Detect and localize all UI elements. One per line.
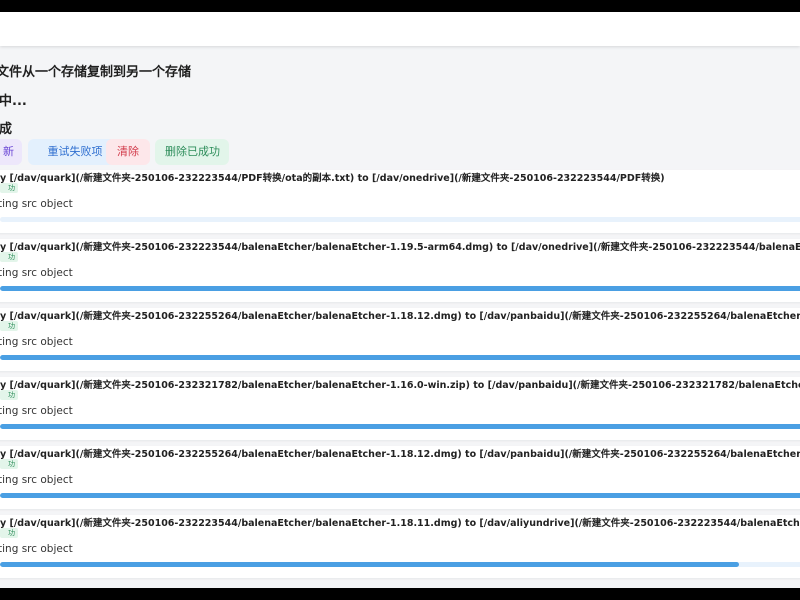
task-status-text: ting src object [0, 198, 73, 210]
task-progress-fill [0, 355, 800, 360]
task-status-text: ting src object [0, 543, 73, 555]
task-status-text: ting src object [0, 405, 73, 417]
task-progress-bar [0, 493, 800, 498]
task-item-4: y [/dav/quark](/新建文件夹-250106-232321782/b… [0, 377, 800, 440]
section-done-title: 完成 [0, 122, 13, 137]
task-name: y [/dav/quark](/新建文件夹-250106-232223544/b… [0, 242, 800, 253]
task-item-5: y [/dav/quark](/新建文件夹-250106-232255264/b… [0, 446, 800, 509]
task-item-3: y [/dav/quark](/新建文件夹-250106-232255264/b… [0, 308, 800, 371]
task-status-badge: 功 [0, 321, 18, 331]
task-status-badge: 功 [0, 390, 18, 400]
task-status-text: ting src object [0, 336, 73, 348]
app-window: 文件从一个存储复制到另一个存储 行中... 完成 新 重试失败项 清除 删除已成… [0, 12, 800, 588]
task-progress-bar [0, 355, 800, 360]
task-progress-bar [0, 217, 800, 222]
top-bar [0, 12, 800, 46]
task-item-6: y [/dav/quark](/新建文件夹-250106-232223544/b… [0, 515, 800, 578]
task-name: y [/dav/quark](/新建文件夹-250106-232223544/b… [0, 518, 800, 529]
task-name: y [/dav/quark](/新建文件夹-250106-232255264/b… [0, 311, 800, 322]
clear-button[interactable]: 清除 [106, 139, 150, 165]
task-name: y [/dav/quark](/新建文件夹-250106-232321782/b… [0, 380, 800, 391]
task-status-text: ting src object [0, 267, 73, 279]
task-status-badge: 功 [0, 459, 18, 469]
task-item-1: y [/dav/quark](/新建文件夹-250106-232223544/P… [0, 170, 800, 233]
refresh-button[interactable]: 新 [0, 139, 22, 165]
section-running-title: 行中... [0, 94, 27, 109]
task-progress-fill [0, 286, 800, 291]
task-status-badge: 功 [0, 528, 18, 538]
delete-succeeded-button[interactable]: 删除已成功 [155, 139, 229, 165]
page-title: 文件从一个存储复制到另一个存储 [0, 65, 192, 80]
task-progress-fill [0, 424, 800, 429]
task-status-badge: 功 [0, 252, 18, 262]
task-progress-fill [0, 562, 739, 567]
task-name: y [/dav/quark](/新建文件夹-250106-232223544/P… [0, 173, 665, 184]
task-status-badge: 功 [0, 183, 18, 193]
task-progress-bar [0, 286, 800, 291]
task-item-2: y [/dav/quark](/新建文件夹-250106-232223544/b… [0, 239, 800, 302]
task-status-text: ting src object [0, 474, 73, 486]
task-progress-fill [0, 493, 800, 498]
task-name: y [/dav/quark](/新建文件夹-250106-232255264/b… [0, 449, 800, 460]
task-progress-bar [0, 562, 800, 567]
task-progress-bar [0, 424, 800, 429]
